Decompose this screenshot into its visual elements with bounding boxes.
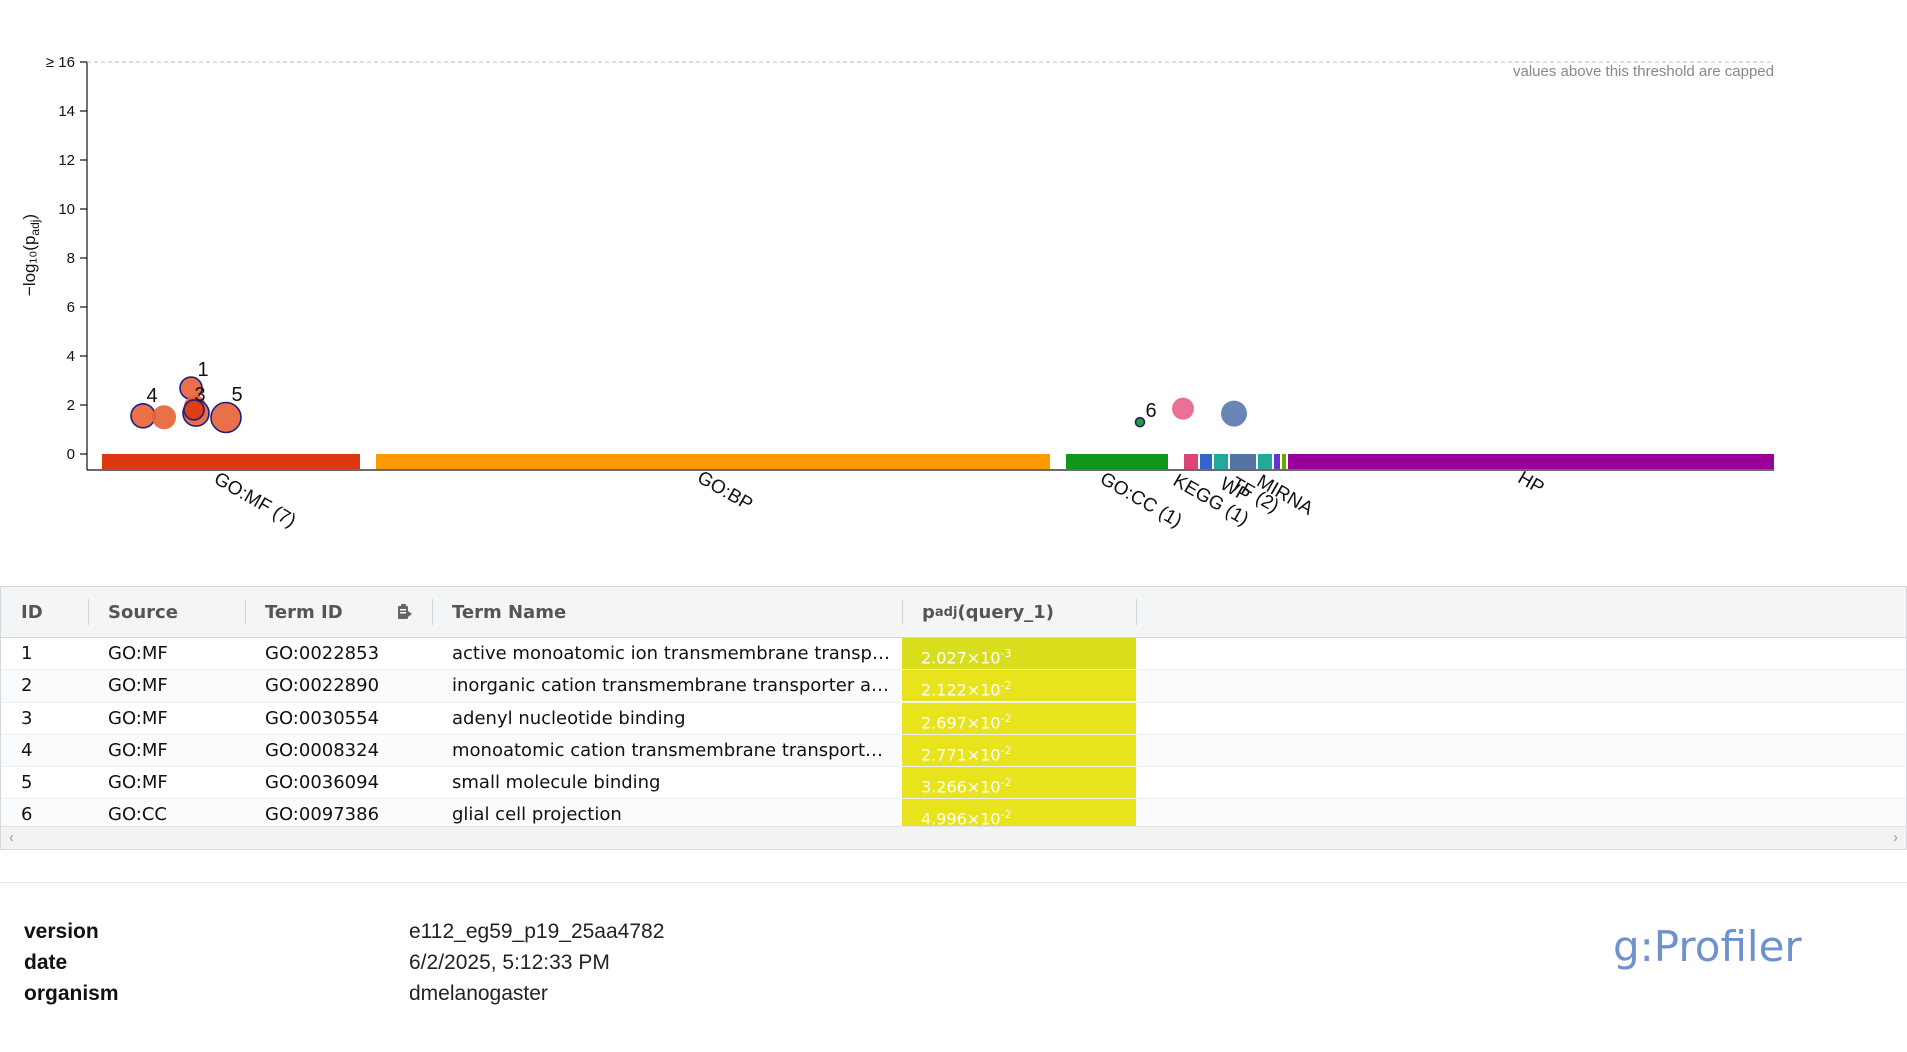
footer-divider [0,882,1907,883]
cell-padj: 2.771×10-2 [902,734,1136,766]
clipboard-icon[interactable] [395,602,413,622]
y-tick-label: 2 [67,397,75,414]
source-label: GO:CC (1) [1096,468,1185,532]
cell-id: 3 [21,707,33,729]
organism-value: dmelanogaster [409,982,548,1005]
manhattan-plot: 0 2 4 6 8 10 12 14 ≥ 16 GO:MF (7) GO:BP GO:CC (1) K… [0,0,1907,580]
cell-term-name[interactable]: small molecule binding [432,767,892,798]
col-header-term-name[interactable]: Term Name [432,587,902,637]
source-label: GO:MF (7) [210,468,299,532]
col-header-id[interactable]: ID [1,587,88,637]
date-key: date [24,951,68,974]
data-point[interactable] [1172,397,1194,420]
cell-term-id: GO:0030554 [265,707,380,729]
table-body: 1 GO:MF GO:0022853 active monoatomic ion tr… [1,638,1906,832]
cell-padj: 2.122×10-2 [902,670,1136,702]
y-axis-title: −log₁₀(padj) [20,214,42,296]
cell-id: 5 [21,772,33,794]
date-value: 6/2/2025, 5:12:33 PM [409,951,610,974]
cell-padj: 2.027×10-3 [902,638,1136,669]
cell-term-name[interactable]: adenyl nucleotide binding [432,703,892,734]
cell-source: GO:MF [108,739,168,761]
point-label: 6 [1145,400,1156,422]
source-bar[interactable] [1230,454,1256,469]
data-point[interactable] [152,405,176,430]
point-label: 4 [146,385,157,407]
col-header-source[interactable]: Source [88,587,245,637]
source-label: GO:BP [693,467,756,515]
cap-note: values above this threshold are capped [1513,63,1774,80]
cell-term-name[interactable]: active monoatomic ion transmembrane tran… [432,638,892,669]
data-point[interactable] [1134,416,1146,428]
chevron-left-icon[interactable]: ‹ [9,829,14,846]
source-bar[interactable] [1288,454,1774,469]
table-row[interactable]: 1 GO:MF GO:0022853 active monoatomic ion tr… [1,638,1906,671]
source-bar[interactable] [1282,454,1286,469]
source-bar[interactable] [102,454,360,469]
table-row[interactable]: 4 GO:MF GO:0008324 monoatomic cation transm… [1,734,1906,768]
data-point[interactable] [183,399,205,421]
cell-term-name[interactable]: monoatomic cation transmembrane transpor… [432,735,892,766]
cell-source: GO:MF [108,675,168,697]
y-tick-label: ≥ 16 [46,54,75,71]
cell-id: 2 [21,675,33,697]
source-bar[interactable] [1274,454,1280,469]
results-table: ID Source Term ID Term Name p adj (query_… [0,586,1907,850]
cell-id: 1 [21,643,33,664]
col-header-padj[interactable]: p adj (query_1) [902,587,1136,637]
cell-source: GO:MF [108,772,168,794]
table-row[interactable]: 2 GO:MF GO:0022890 inorganic cation transme… [1,670,1906,703]
cell-source: GO:MF [108,707,168,729]
source-bar[interactable] [1200,454,1212,469]
table-row[interactable]: 3 GO:MF GO:0030554 adenyl nucleotide bindin… [1,702,1906,735]
y-tick-label: 0 [67,446,75,463]
query-metadata: version e112_eg59_p19_25aa4782 date 6/2/20… [24,916,664,1009]
source-bar[interactable] [1258,454,1272,469]
y-tick-label: 12 [58,152,75,169]
gprofiler-logo: g:Profiler [1613,922,1802,971]
chevron-right-icon[interactable]: › [1893,829,1898,846]
source-bar[interactable] [1066,454,1168,469]
version-value: e112_eg59_p19_25aa4782 [409,920,665,943]
organism-key: organism [24,982,119,1005]
cell-term-id: GO:0036094 [265,772,380,794]
horizontal-scrollbar[interactable]: ‹ › [1,826,1906,849]
point-label: 1 [197,359,208,381]
y-tick-label: 6 [67,299,75,316]
cell-term-id: GO:0022890 [265,675,380,697]
source-bar[interactable] [1214,454,1228,469]
source-label: HP [1514,468,1547,499]
y-tick-label: 14 [58,103,75,120]
table-row[interactable]: 5 GO:MF GO:0036094 small molecule binding 3.… [1,767,1906,800]
point-label: 5 [231,384,242,406]
data-point[interactable] [1221,400,1247,427]
table-header: ID Source Term ID Term Name p adj (query_… [1,587,1906,638]
cell-padj: 2.697×10-2 [902,702,1136,734]
cell-term-id: GO:0022853 [265,643,380,664]
version-key: version [24,920,99,943]
cell-source: GO:MF [108,643,168,664]
y-tick-label: 8 [67,250,75,267]
cell-padj: 3.266×10-2 [902,767,1136,799]
y-tick-label: 4 [67,348,75,365]
source-bar[interactable] [1184,454,1198,469]
data-point[interactable] [130,402,156,429]
cell-term-name[interactable]: inorganic cation transmembrane transport… [432,670,892,701]
cell-id: 4 [21,739,33,761]
data-point[interactable] [210,401,242,434]
manhattan-plot-svg: 02468101214≥ 16 GO:MF (7) GO:BP GO:CC (1)K… [20,54,1774,532]
cell-term-id: GO:0008324 [265,739,380,761]
source-bar[interactable] [376,454,1050,469]
y-tick-label: 10 [58,201,75,218]
